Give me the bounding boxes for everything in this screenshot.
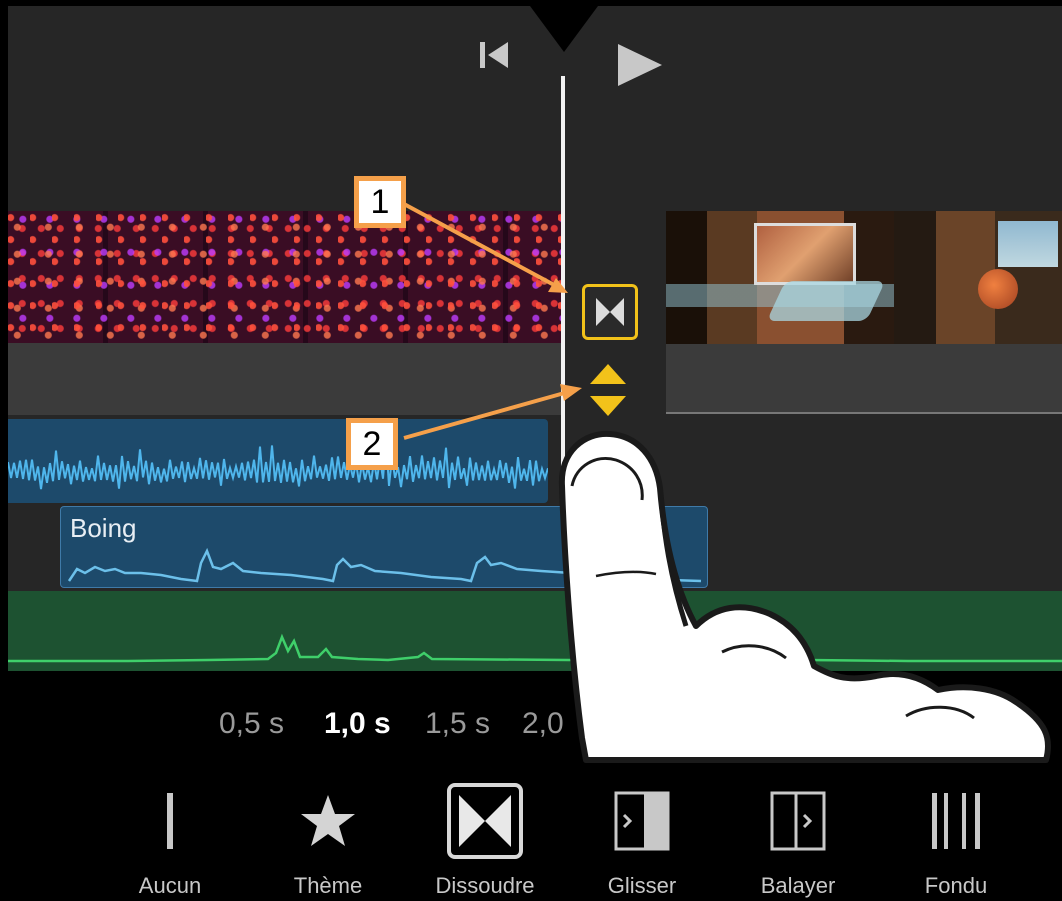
- callout-2: 2: [346, 418, 398, 470]
- annotation-arrows: [403, 202, 582, 440]
- imovie-timeline-editor: Boing 0,5 s 1,0 s 1,5 s 2,0 Aucun Thème: [8, 6, 1062, 901]
- callout-1: 1: [354, 176, 406, 228]
